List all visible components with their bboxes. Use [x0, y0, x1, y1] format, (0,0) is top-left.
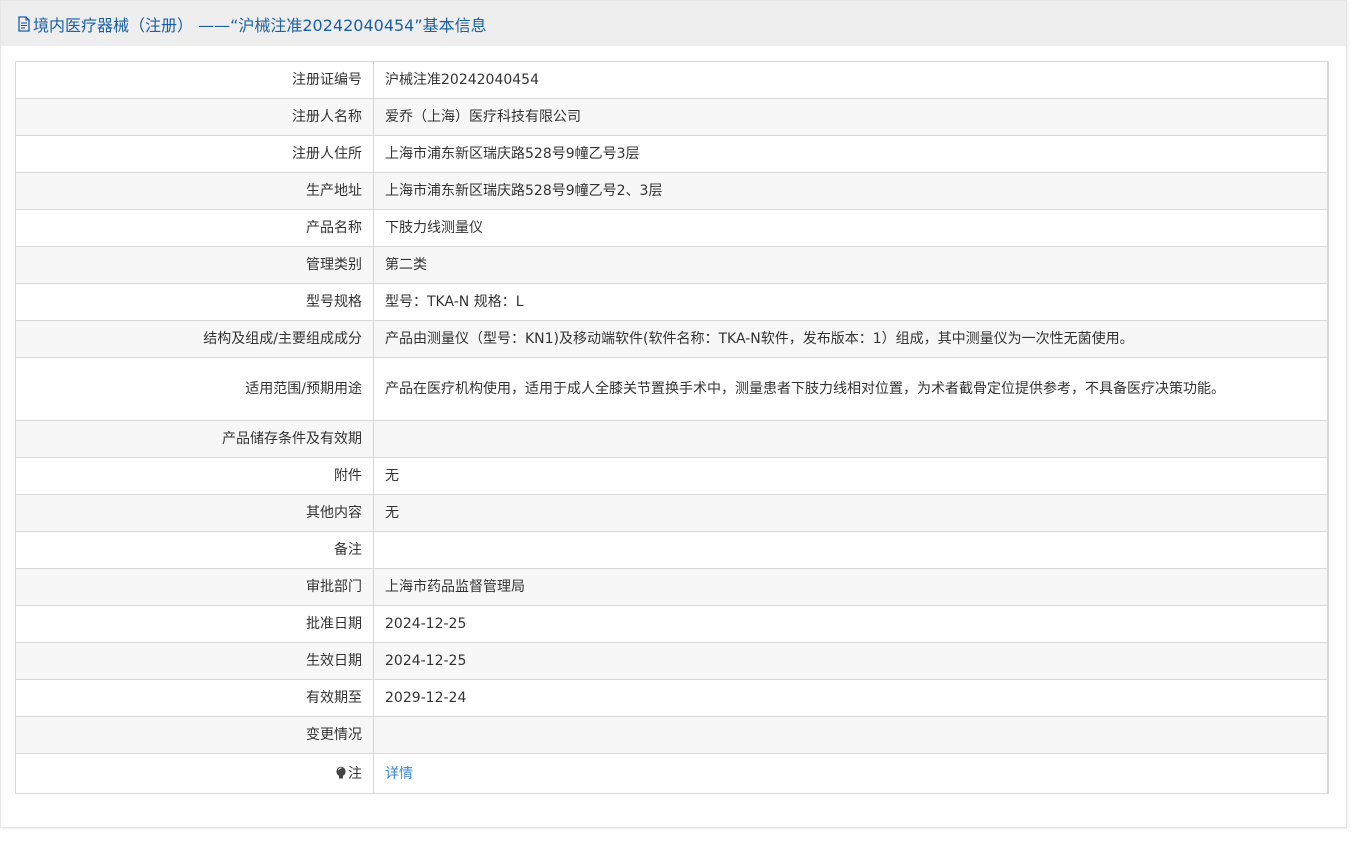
note-row: 注 详情 [15, 753, 1329, 794]
details-link[interactable]: 详情 [385, 766, 413, 782]
panel-header: 境内医疗器械（注册） ——“沪械注准20242040454”基本信息 [1, 1, 1346, 46]
row-label: 审批部门 [15, 568, 374, 606]
table-row: 结构及组成/主要组成成分 产品由测量仪（型号：KN1)及移动端软件(软件名称：T… [15, 320, 1329, 358]
row-value: 上海市浦东新区瑞庆路528号9幢乙号3层 [373, 135, 1329, 173]
row-value [373, 531, 1329, 569]
row-label: 注册证编号 [15, 61, 374, 99]
row-label: 管理类别 [15, 246, 374, 284]
table-row: 其他内容 无 [15, 494, 1329, 532]
table-row: 注册人住所 上海市浦东新区瑞庆路528号9幢乙号3层 [15, 135, 1329, 173]
row-label: 生效日期 [15, 642, 374, 680]
row-label: 适用范围/预期用途 [15, 357, 374, 421]
note-value-cell: 详情 [373, 753, 1329, 794]
row-value: 下肢力线测量仪 [373, 209, 1329, 247]
row-label: 结构及组成/主要组成成分 [15, 320, 374, 358]
document-icon [18, 15, 30, 32]
table-row: 备注 [15, 531, 1329, 569]
table-row: 型号规格 型号：TKA-N 规格：L [15, 283, 1329, 321]
row-value: 型号：TKA-N 规格：L [373, 283, 1329, 321]
table-row: 审批部门 上海市药品监督管理局 [15, 568, 1329, 606]
row-label: 注册人住所 [15, 135, 374, 173]
row-label: 其他内容 [15, 494, 374, 532]
row-label: 变更情况 [15, 716, 374, 754]
row-value: 2029-12-24 [373, 679, 1329, 717]
lightbulb-icon [336, 766, 346, 778]
row-label: 备注 [15, 531, 374, 569]
table-row: 变更情况 [15, 716, 1329, 754]
row-label: 批准日期 [15, 605, 374, 643]
table-row: 附件 无 [15, 457, 1329, 495]
note-label-cell: 注 [15, 753, 374, 794]
row-value: 上海市药品监督管理局 [373, 568, 1329, 606]
row-value: 无 [373, 494, 1329, 532]
row-value: 上海市浦东新区瑞庆路528号9幢乙号2、3层 [373, 172, 1329, 210]
row-value: 无 [373, 457, 1329, 495]
table-row: 注册人名称 爱乔（上海）医疗科技有限公司 [15, 98, 1329, 136]
row-value: 第二类 [373, 246, 1329, 284]
table-row: 管理类别 第二类 [15, 246, 1329, 284]
row-label: 型号规格 [15, 283, 374, 321]
row-value: 沪械注准20242040454 [373, 61, 1329, 99]
page-title: 境内医疗器械（注册） ——“沪械注准20242040454”基本信息 [33, 15, 487, 35]
row-value: 产品由测量仪（型号：KN1)及移动端软件(软件名称：TKA-N软件，发布版本：1… [373, 320, 1329, 358]
info-panel: 境内医疗器械（注册） ——“沪械注准20242040454”基本信息 注册证编号… [0, 0, 1347, 828]
row-label: 附件 [15, 457, 374, 495]
table-row: 批准日期 2024-12-25 [15, 605, 1329, 643]
info-table: 注册证编号 沪械注准20242040454 注册人名称 爱乔（上海）医疗科技有限… [15, 61, 1329, 794]
row-label: 有效期至 [15, 679, 374, 717]
table-row: 有效期至 2029-12-24 [15, 679, 1329, 717]
row-label: 注册人名称 [15, 98, 374, 136]
row-label: 生产地址 [15, 172, 374, 210]
row-value: 爱乔（上海）医疗科技有限公司 [373, 98, 1329, 136]
table-row: 产品名称 下肢力线测量仪 [15, 209, 1329, 247]
row-value [373, 420, 1329, 458]
row-value: 2024-12-25 [373, 642, 1329, 680]
row-value [373, 716, 1329, 754]
table-row: 产品储存条件及有效期 [15, 420, 1329, 458]
row-label: 产品储存条件及有效期 [15, 420, 374, 458]
table-row: 生效日期 2024-12-25 [15, 642, 1329, 680]
row-value: 产品在医疗机构使用，适用于成人全膝关节置换手术中，测量患者下肢力线相对位置，为术… [373, 357, 1329, 421]
row-value: 2024-12-25 [373, 605, 1329, 643]
row-label: 产品名称 [15, 209, 374, 247]
table-row: 生产地址 上海市浦东新区瑞庆路528号9幢乙号2、3层 [15, 172, 1329, 210]
table-row: 适用范围/预期用途 产品在医疗机构使用，适用于成人全膝关节置换手术中，测量患者下… [15, 357, 1329, 421]
table-row: 注册证编号 沪械注准20242040454 [15, 61, 1329, 99]
note-label: 注 [348, 765, 362, 782]
